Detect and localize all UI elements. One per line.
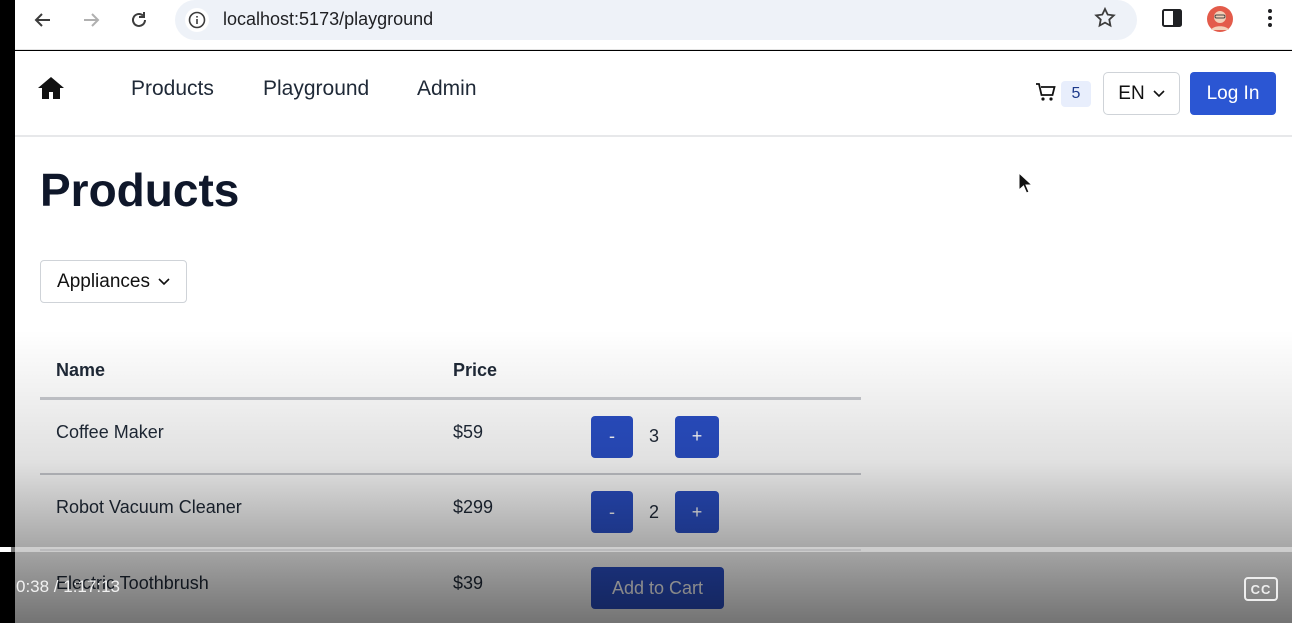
- decrease-button[interactable]: -: [591, 415, 633, 458]
- chevron-down-icon: [1153, 89, 1165, 97]
- column-header-name: Name: [40, 345, 437, 400]
- product-name: Coffee Maker: [40, 398, 437, 475]
- profile-avatar[interactable]: [1206, 5, 1234, 38]
- increase-button[interactable]: +: [675, 491, 719, 533]
- cart-count-badge[interactable]: 5: [1061, 81, 1091, 107]
- side-panel-icon[interactable]: [1160, 6, 1184, 35]
- arrow-right-icon: [84, 13, 100, 27]
- browser-toolbar: localhost:5173/playground: [15, 0, 1292, 50]
- add-to-cart-cell: Add to Cart: [575, 550, 861, 623]
- column-header-price: Price: [437, 345, 575, 400]
- category-label: Appliances: [57, 270, 150, 292]
- site-info-icon[interactable]: [185, 8, 209, 32]
- language-select[interactable]: EN: [1103, 72, 1180, 115]
- url-text: localhost:5173/playground: [223, 9, 434, 29]
- product-name: Robot Vacuum Cleaner: [40, 474, 437, 551]
- cart-icon[interactable]: [1035, 81, 1057, 108]
- category-select[interactable]: Appliances: [40, 260, 187, 303]
- increase-button[interactable]: +: [675, 415, 719, 458]
- quantity-stepper: - 3 +: [575, 398, 861, 475]
- product-price: $299: [437, 474, 575, 551]
- product-price: $39: [453, 573, 484, 593]
- video-letterbox: [0, 0, 15, 623]
- reload-icon: [132, 12, 146, 27]
- video-frame: localhost:5173/playground Products Playg…: [0, 0, 1292, 623]
- table-header-row: Name Price: [40, 345, 861, 400]
- arrow-left-icon: [34, 13, 50, 27]
- more-menu-icon[interactable]: [1258, 6, 1282, 35]
- decrease-button[interactable]: -: [591, 491, 633, 533]
- language-label: EN: [1118, 82, 1145, 104]
- quantity-stepper: - 2 +: [575, 474, 861, 551]
- address-bar[interactable]: localhost:5173/playground: [175, 0, 1137, 40]
- product-price: $59: [437, 398, 575, 475]
- video-progress-fill: [0, 547, 11, 552]
- video-time: 0:38 / 1:17:13: [16, 577, 120, 596]
- login-button[interactable]: Log In: [1190, 72, 1276, 115]
- nav-playground[interactable]: Playground: [263, 77, 369, 101]
- table-row: Electric Toothbrush $39 Add to Cart: [40, 550, 861, 623]
- add-to-cart-button[interactable]: Add to Cart: [591, 567, 724, 609]
- page-title: Products: [40, 164, 240, 216]
- app-page: Products Playground Admin 5 EN Log In Pr…: [15, 51, 1292, 623]
- reload-button[interactable]: [124, 5, 154, 35]
- app-header: Products Playground Admin 5 EN Log In: [15, 51, 1292, 137]
- back-button[interactable]: [28, 5, 58, 35]
- bookmark-star-icon[interactable]: [1093, 6, 1117, 35]
- quantity-value: 2: [648, 501, 659, 522]
- column-header-actions: [575, 345, 861, 400]
- nav-products[interactable]: Products: [131, 77, 214, 101]
- nav-admin[interactable]: Admin: [417, 77, 477, 101]
- quantity-value: 3: [648, 426, 659, 446]
- forward-button[interactable]: [76, 5, 106, 35]
- mouse-cursor-icon: [1018, 171, 1034, 199]
- table-row: Coffee Maker $59 - 3 +: [40, 398, 861, 475]
- captions-button[interactable]: CC: [1244, 577, 1278, 601]
- video-progress-bar[interactable]: [0, 547, 1292, 552]
- home-icon[interactable]: [37, 75, 65, 106]
- table-row: Robot Vacuum Cleaner $299 - 2 +: [40, 474, 861, 551]
- products-table: Name Price Coffee Maker $59 - 3 + Robot …: [40, 345, 861, 623]
- chevron-down-icon: [158, 277, 170, 285]
